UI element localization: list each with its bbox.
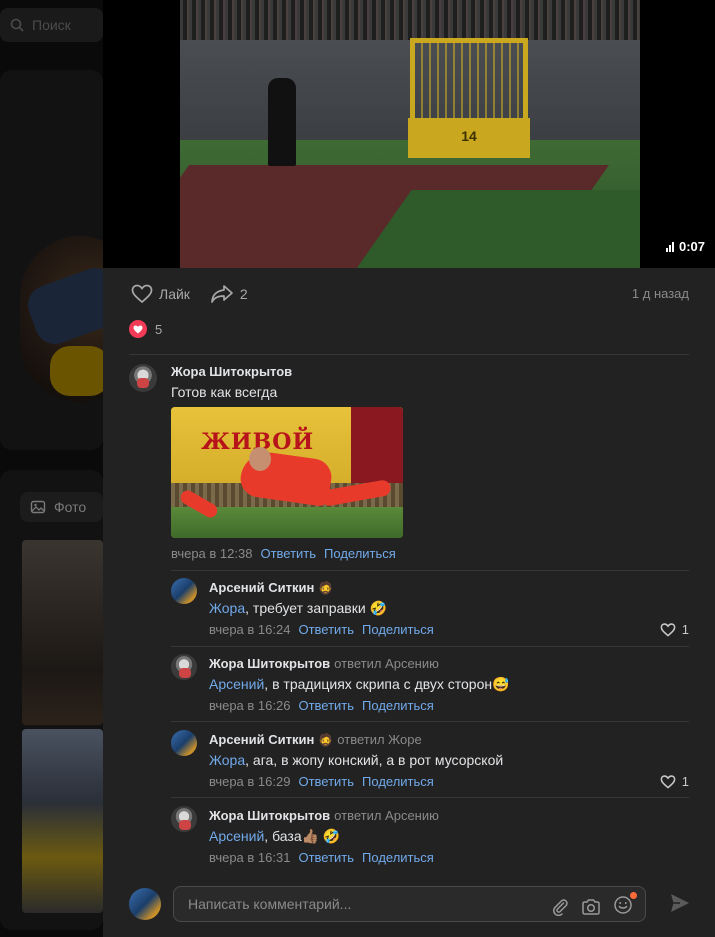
smile-icon <box>614 896 632 914</box>
comment-meta: вчера в 16:24 Ответить Поделиться <box>209 622 434 637</box>
comment-author[interactable]: Арсений Ситкин 🧔 ответил Жоре <box>209 732 422 747</box>
comment-reply: Арсений Ситкин 🧔 Жора, требует заправки 🤣… <box>171 578 689 638</box>
heart-outline-icon <box>660 774 676 789</box>
photo-thumbnail[interactable] <box>22 540 103 725</box>
avatar[interactable] <box>171 578 197 604</box>
mention-link[interactable]: Жора <box>209 752 245 768</box>
comment-time: вчера в 12:38 <box>171 546 253 561</box>
reply-to-label: ответил Арсению <box>334 808 439 823</box>
share-button[interactable]: 2 <box>210 284 248 304</box>
post-actions: Лайк 2 <box>103 268 715 320</box>
send-button[interactable] <box>669 892 691 919</box>
comment-text: Арсений, база👍🏽 🤣 <box>209 828 341 844</box>
comment-meta: вчера в 12:38 Ответить Поделиться <box>171 546 396 561</box>
reply-to-label: ответил Жоре <box>337 732 422 747</box>
share-comment-button[interactable]: Поделиться <box>324 546 396 561</box>
comment-text: Готов как всегда <box>171 384 278 400</box>
send-icon <box>671 894 689 912</box>
reply-button[interactable]: Ответить <box>298 774 354 789</box>
heart-outline-icon <box>131 284 153 304</box>
search-placeholder: Поиск <box>32 17 71 33</box>
comment-author[interactable]: Жора Шитокрытов ответил Арсению <box>209 808 439 823</box>
comment-composer: Написать комментарий... <box>103 872 715 937</box>
share-comment-button[interactable]: Поделиться <box>362 774 434 789</box>
comment-like-count: 1 <box>681 774 689 789</box>
reply-button[interactable]: Ответить <box>298 622 354 637</box>
comment-author[interactable]: Арсений Ситкин 🧔 <box>209 580 333 595</box>
avatar[interactable] <box>171 730 197 756</box>
divider <box>171 646 689 647</box>
comment-reply: Жора Шитокрытов ответил Арсению Арсений, … <box>171 654 689 714</box>
comment-like-count: 1 <box>681 622 689 637</box>
photo-thumbnail[interactable] <box>22 729 103 913</box>
reply-button[interactable]: Ответить <box>298 850 354 865</box>
video-player[interactable]: 14 0:07 <box>103 0 715 268</box>
author-emoji: 🧔 <box>318 581 334 595</box>
search-field[interactable]: Поиск <box>0 8 103 42</box>
comment-like-button[interactable]: 1 <box>660 622 689 637</box>
heart-reaction-icon <box>129 320 147 338</box>
camera-icon[interactable] <box>581 898 601 916</box>
like-button[interactable]: Лайк <box>131 284 190 304</box>
share-comment-button[interactable]: Поделиться <box>362 850 434 865</box>
post-date: 1 д назад <box>631 286 689 301</box>
comment-text: Жора, требует заправки 🤣 <box>209 600 387 616</box>
avatar[interactable] <box>129 888 161 920</box>
video-duration: 0:07 <box>665 239 705 254</box>
heart-outline-icon <box>660 622 676 637</box>
divider <box>171 797 689 798</box>
comment-author[interactable]: Жора Шитокрытов ответил Арсению <box>209 656 439 671</box>
comment-reply: Жора Шитокрытов ответил Арсению Арсений, … <box>171 806 689 866</box>
notification-dot <box>630 892 637 899</box>
reaction-count: 5 <box>155 321 163 337</box>
video-duration-text: 0:07 <box>678 239 705 254</box>
author-emoji: 🧔 <box>318 733 334 747</box>
avatar[interactable] <box>171 654 197 680</box>
reply-to-label: ответил Арсению <box>334 656 439 671</box>
image-icon <box>30 500 46 514</box>
reply-button[interactable]: Ответить <box>298 698 354 713</box>
avatar[interactable] <box>129 364 157 392</box>
share-comment-button[interactable]: Поделиться <box>362 622 434 637</box>
composer-icons <box>551 892 637 918</box>
like-label: Лайк <box>159 286 190 302</box>
comment-like-button[interactable]: 1 <box>660 774 689 789</box>
photos-tab[interactable]: Фото <box>20 492 103 522</box>
comment-text: Арсений, в традициях скрипа с двух сторо… <box>209 676 510 692</box>
comment-time: вчера в 16:29 <box>209 774 291 789</box>
comment-reply: Арсений Ситкин 🧔 ответил Жоре Жора, ага, в… <box>171 730 689 790</box>
avatar[interactable] <box>171 806 197 832</box>
reply-button[interactable]: Ответить <box>260 546 316 561</box>
comment-text: Жора, ага, в жопу конский, а в рот мусор… <box>209 752 504 768</box>
share-count: 2 <box>239 286 248 302</box>
comment-meta: вчера в 16:31 Ответить Поделиться <box>209 850 434 865</box>
comment-time: вчера в 16:26 <box>209 698 291 713</box>
mention-link[interactable]: Жора <box>209 600 245 616</box>
comment-image[interactable]: ЖИВОЙ <box>171 407 403 538</box>
comment-time: вчера в 16:24 <box>209 622 291 637</box>
stand-number: 14 <box>408 118 530 158</box>
photos-tab-label: Фото <box>54 499 87 515</box>
comment-author[interactable]: Жора Шитокрытов <box>171 364 292 379</box>
post-modal: 14 0:07 Лайк 2 1 д назад 5 Жора Шитокрыт… <box>103 0 715 937</box>
share-comment-button[interactable]: Поделиться <box>362 698 434 713</box>
comment-meta: вчера в 16:26 Ответить Поделиться <box>209 698 434 713</box>
comment-meta: вчера в 16:29 Ответить Поделиться <box>209 774 434 789</box>
divider <box>171 570 689 571</box>
divider <box>171 721 689 722</box>
emoji-button[interactable] <box>613 892 637 918</box>
video-frame[interactable]: 14 <box>180 0 640 268</box>
comment-input-placeholder: Написать комментарий... <box>188 896 352 912</box>
reactions-summary[interactable]: 5 <box>129 320 162 338</box>
background-page: Поиск Фото <box>0 0 103 937</box>
comment-time: вчера в 16:31 <box>209 850 291 865</box>
volume-bars-icon <box>665 241 674 252</box>
mention-link[interactable]: Арсений <box>209 828 264 844</box>
mention-link[interactable]: Арсений <box>209 676 264 692</box>
divider <box>129 354 689 355</box>
paperclip-icon[interactable] <box>551 898 569 916</box>
comment-input[interactable]: Написать комментарий... <box>173 886 646 922</box>
share-icon <box>211 285 233 303</box>
search-icon <box>10 18 24 32</box>
